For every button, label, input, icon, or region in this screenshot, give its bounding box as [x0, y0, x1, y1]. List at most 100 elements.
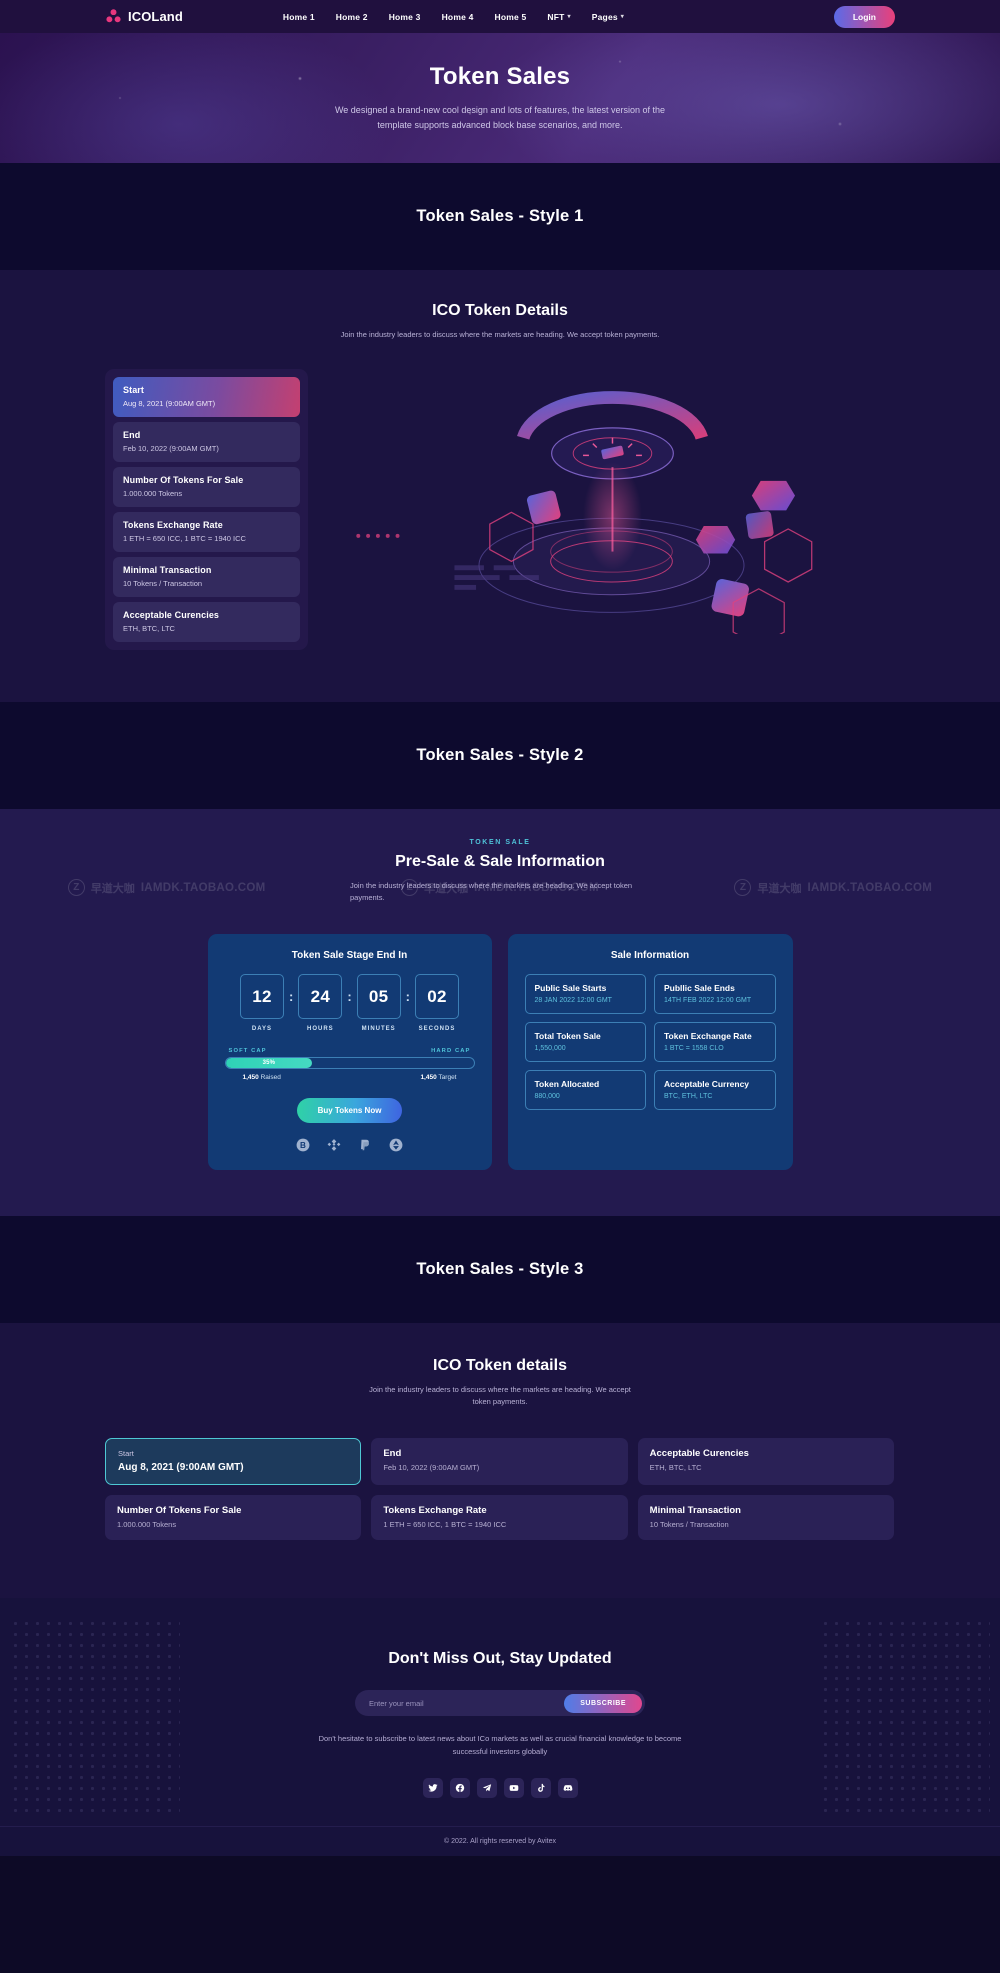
countdown-label: DAYS	[251, 1026, 273, 1032]
nav-link-home-5[interactable]: Home 5	[495, 12, 527, 22]
watermark-url: IAMDK.TAOBAO.COM	[807, 881, 933, 894]
detail-card-acceptable-currencies[interactable]: Acceptable Curencies ETH, BTC, LTC	[113, 602, 300, 642]
bitcoin-icon[interactable]: B	[296, 1138, 310, 1152]
countdown-unit-days: 12 DAYS	[239, 974, 284, 1032]
section-style-1: ICO Token Details Join the industry lead…	[0, 270, 1000, 702]
band-style-3: Token Sales - Style 3	[0, 1216, 1000, 1323]
email-input[interactable]	[369, 1698, 565, 1708]
watermark-text-cn: 早道大咖	[757, 882, 802, 895]
info-card-value: 14TH FEB 2022 12:00 GMT	[664, 997, 752, 1004]
section-header: ICO Token details Join the industry lead…	[0, 1357, 1000, 1408]
s3-card-tokens-for-sale[interactable]: Number Of Tokens For Sale 1.000.000 Toke…	[105, 1495, 362, 1540]
countdown-label: HOURS	[306, 1026, 334, 1032]
info-card-value: BTC, ETH, LTC	[664, 1093, 713, 1100]
nav-link-label: Pages	[591, 11, 618, 22]
progress-bar-fill: 35%	[225, 1058, 313, 1068]
info-card-public-sale-ends[interactable]: Publlic Sale Ends 14TH FEB 2022 12:00 GM…	[654, 974, 776, 1014]
s3-card-title: Number Of Tokens For Sale	[117, 1505, 242, 1516]
paypal-icon[interactable]	[358, 1138, 372, 1152]
s3-card-acceptable-currencies[interactable]: Acceptable Curencies ETH, BTC, LTC	[637, 1438, 894, 1485]
detail-card-title: Start	[123, 385, 145, 395]
nav-link-label: Home 4	[441, 11, 474, 22]
binance-icon[interactable]	[327, 1138, 341, 1152]
detail-card-tokens-for-sale[interactable]: Number Of Tokens For Sale 1.000.000 Toke…	[113, 467, 300, 507]
countdown-value: 02	[415, 974, 460, 1019]
detail-card-minimal-transaction[interactable]: Minimal Transaction 10 Tokens / Transact…	[113, 557, 300, 597]
s3-card-label: Start	[118, 1449, 134, 1458]
subscribe-button[interactable]: SUBSCRIBE	[564, 1693, 642, 1713]
nav-link-pages[interactable]: Pages ▾	[592, 12, 624, 22]
band-title: Token Sales - Style 3	[416, 1260, 584, 1278]
s3-card-value: Aug 8, 2021 (9:00AM GMT)	[118, 1462, 244, 1473]
detail-card-end[interactable]: End Feb 10, 2022 (9:00AM GMT)	[113, 422, 300, 462]
watermark-text-cn: 早道大咖	[90, 882, 135, 895]
sale-information-panel: Sale Information Public Sale Starts 28 J…	[507, 934, 793, 1170]
target-amount: 1,450	[420, 1074, 437, 1081]
info-card-total-token-sale[interactable]: Total Token Sale 1,550,000	[524, 1022, 646, 1062]
progress-percent: 35%	[262, 1060, 276, 1066]
detail-card-title: End	[123, 430, 141, 440]
telegram-icon[interactable]	[476, 1778, 497, 1799]
nav-link-label: Home 5	[494, 11, 527, 22]
discord-icon[interactable]	[557, 1778, 578, 1799]
countdown-value: 05	[356, 974, 401, 1019]
s3-card-start[interactable]: Start Aug 8, 2021 (9:00AM GMT)	[105, 1438, 362, 1485]
twitter-icon[interactable]	[422, 1778, 443, 1799]
s3-card-minimal-transaction[interactable]: Minimal Transaction 10 Tokens / Transact…	[637, 1495, 894, 1540]
info-card-token-allocated[interactable]: Token Allocated 880,000	[524, 1070, 646, 1110]
section-style-3: ICO Token details Join the industry lead…	[0, 1323, 1000, 1598]
youtube-icon[interactable]	[503, 1778, 524, 1799]
login-button[interactable]: Login	[833, 5, 895, 28]
brand-logo[interactable]: ICOLand	[105, 8, 183, 25]
info-card-title: Public Sale Starts	[534, 983, 607, 993]
nav-link-label: Home 1	[282, 11, 315, 22]
hero-banner: Token Sales We designed a brand-new cool…	[0, 33, 1000, 163]
section-title: ICO Token details	[433, 1357, 567, 1374]
s3-card-exchange-rate[interactable]: Tokens Exchange Rate 1 ETH = 650 ICC, 1 …	[371, 1495, 628, 1540]
countdown-unit-hours: 24 HOURS	[298, 974, 343, 1032]
chevron-down-icon: ▾	[620, 14, 625, 20]
detail-card-value: ETH, BTC, LTC	[123, 624, 175, 633]
cap-labels: SOFT CAP HARD CAP	[225, 1048, 475, 1054]
info-card-token-exchange-rate[interactable]: Token Exchange Rate 1 BTC = 1558 CLO	[654, 1022, 776, 1062]
info-card-value: 880,000	[534, 1093, 560, 1100]
detail-card-title: Number Of Tokens For Sale	[123, 475, 244, 485]
detail-card-value: Aug 8, 2021 (9:00AM GMT)	[123, 399, 216, 408]
facebook-icon[interactable]	[449, 1778, 470, 1799]
newsletter-form: SUBSCRIBE	[355, 1690, 645, 1716]
detail-card-exchange-rate[interactable]: Tokens Exchange Rate 1 ETH = 650 ICC, 1 …	[113, 512, 300, 552]
raise-row: 1,450 Raised 1,450 Target	[225, 1074, 475, 1081]
nav-link-label: Home 3	[388, 11, 421, 22]
section-header: ICO Token Details Join the industry lead…	[0, 302, 1000, 341]
band-style-2: Token Sales - Style 2	[0, 702, 1000, 809]
buy-tokens-button[interactable]: Buy Tokens Now	[296, 1098, 403, 1123]
nav-link-home-4[interactable]: Home 4	[442, 12, 474, 22]
hard-cap-label: HARD CAP	[431, 1048, 471, 1054]
nav-link-label: NFT	[547, 11, 565, 22]
section-description: Join the industry leaders to discuss whe…	[340, 330, 660, 339]
countdown-unit-seconds: 02 SECONDS	[415, 974, 460, 1032]
nav-link-home-2[interactable]: Home 2	[336, 12, 368, 22]
section-style-2: Z 早道大咖 IAMDK.TAOBAO.COM Z 早道大咖 IAMDK.TAO…	[0, 809, 1000, 1216]
footer: Don't Miss Out, Stay Updated SUBSCRIBE D…	[0, 1598, 1000, 1857]
detail-card-start[interactable]: Start Aug 8, 2021 (9:00AM GMT)	[113, 377, 300, 417]
countdown-panel: Token Sale Stage End In 12 DAYS : 24 HOU…	[207, 934, 492, 1170]
info-card-public-sale-starts[interactable]: Public Sale Starts 28 JAN 2022 12:00 GMT	[524, 974, 646, 1014]
s3-card-sub: 10 Tokens / Transaction	[649, 1520, 729, 1529]
tiktok-icon[interactable]	[530, 1778, 551, 1799]
nav-link-label: Home 2	[335, 11, 368, 22]
info-card-acceptable-currency[interactable]: Acceptable Currency BTC, ETH, LTC	[654, 1070, 776, 1110]
nav-link-nft[interactable]: NFT ▾	[547, 12, 570, 22]
ethereum-icon[interactable]	[389, 1138, 403, 1152]
copyright: © 2022. All rights reserved by Avitex	[0, 1826, 1000, 1856]
s3-card-sub: 1.000.000 Tokens	[117, 1520, 177, 1529]
s3-card-end[interactable]: End Feb 10, 2022 (9:00AM GMT)	[371, 1438, 628, 1485]
nav-link-home-3[interactable]: Home 3	[389, 12, 421, 22]
nav-link-home-1[interactable]: Home 1	[283, 12, 315, 22]
soft-cap-label: SOFT CAP	[228, 1048, 267, 1054]
countdown-unit-minutes: 05 MINUTES	[356, 974, 401, 1032]
s3-card-title: Tokens Exchange Rate	[383, 1505, 487, 1516]
watermark-logo-icon: Z	[67, 879, 85, 896]
info-card-value: 28 JAN 2022 12:00 GMT	[534, 997, 612, 1004]
countdown-label: MINUTES	[361, 1026, 396, 1032]
